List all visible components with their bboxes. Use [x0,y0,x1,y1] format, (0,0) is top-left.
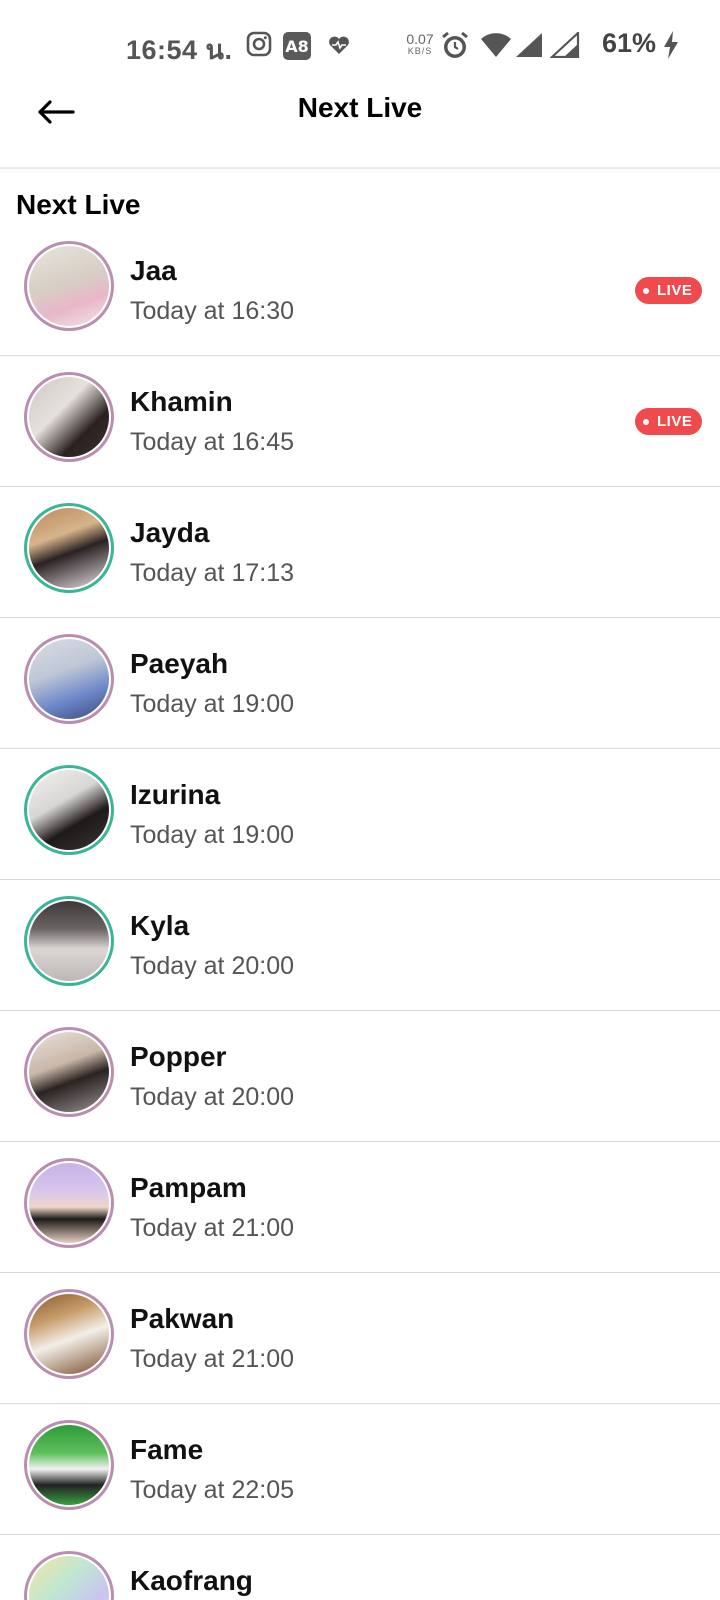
svg-text:A8: A8 [285,37,309,56]
avatar-image [29,1163,109,1243]
streamer-name: Khamin [130,386,233,417]
signal-icon [549,30,580,63]
schedule-time: Today at 16:30 [130,297,295,325]
avatar[interactable] [24,896,114,986]
schedule-time: Today at 19:00 [130,821,295,849]
avatar[interactable] [24,1551,114,1600]
list-item[interactable]: Paeyah Today at 19:00 [0,618,720,749]
schedule-time: Today at 19:00 [130,690,295,718]
streamer-name: Kyla [130,910,190,941]
signal-icon [514,32,544,63]
live-badge: LIVE [635,277,703,304]
avatar[interactable] [24,765,114,855]
avatar[interactable] [24,634,114,724]
avatar-image [29,377,109,457]
avatar[interactable] [24,1027,114,1117]
avatar-image [29,246,109,326]
schedule-time: Today at 17:13 [130,559,295,587]
alarm-icon [440,31,470,66]
streamer-name: Jaa [130,255,177,286]
streamer-name: Kaofrang [130,1565,253,1596]
live-label: LIVE [657,413,693,430]
app-bar-divider [0,167,720,169]
list-item[interactable]: Jaa Today at 16:30 LIVE [0,225,720,356]
list-item[interactable]: Pampam Today at 21:00 [0,1142,720,1273]
schedule-time: Today at 21:00 [130,1214,295,1242]
avatar-image [29,639,109,719]
list-item[interactable]: Khamin Today at 16:45 LIVE [0,356,720,487]
streamer-name: Pampam [130,1172,247,1203]
network-speed: 0.07 KB/S [406,31,434,56]
avatar[interactable] [24,1420,114,1510]
streamer-name: Paeyah [130,648,229,679]
streamer-name: Popper [130,1041,227,1072]
avatar-image [29,901,109,981]
avatar-image [29,508,109,588]
avatar-image [29,770,109,850]
list-item[interactable]: Kaofrang [0,1535,720,1600]
list-item[interactable]: Fame Today at 22:05 [0,1404,720,1535]
section-title: Next Live [16,189,141,220]
wifi-icon [480,32,512,63]
streamer-name: Izurina [130,779,221,810]
live-dot-icon [643,287,649,294]
list-item[interactable]: Izurina Today at 19:00 [0,749,720,880]
list-item[interactable]: Pakwan Today at 21:00 [0,1273,720,1404]
list-item[interactable]: Jayda Today at 17:13 [0,487,720,618]
app-icon: A8 [282,31,312,66]
charging-icon [662,30,680,65]
avatar[interactable] [24,1289,114,1379]
status-time: 16:54 น. [126,35,233,65]
avatar-image [29,1032,109,1112]
battery-percent: 61% [602,28,657,58]
live-dot-icon [643,418,649,425]
streamer-name: Pakwan [130,1303,235,1334]
schedule-time: Today at 21:00 [130,1345,295,1373]
status-bar: 16:54 น. A8 0.07 KB/S 61% [0,0,720,88]
avatar[interactable] [24,503,114,593]
avatar-image [29,1294,109,1374]
avatar-image [29,1425,109,1505]
schedule-time: Today at 22:05 [130,1476,295,1504]
page-title: Next Live [297,92,423,123]
list-item[interactable]: Popper Today at 20:00 [0,1011,720,1142]
streamer-name: Jayda [130,517,210,548]
avatar-image [29,1556,109,1600]
streamer-name: Fame [130,1434,204,1465]
next-live-list: Jaa Today at 16:30 LIVE Khamin Today at 16:4… [0,225,720,1600]
schedule-time: Today at 16:45 [130,428,295,456]
schedule-time: Today at 20:00 [130,1083,295,1111]
schedule-time: Today at 20:00 [130,952,295,980]
heart-icon [328,35,350,60]
instagram-icon [246,31,272,62]
live-label: LIVE [657,282,693,299]
avatar[interactable] [24,241,114,331]
avatar[interactable] [24,372,114,462]
live-badge: LIVE [635,408,703,435]
list-item[interactable]: Kyla Today at 20:00 [0,880,720,1011]
avatar[interactable] [24,1158,114,1248]
